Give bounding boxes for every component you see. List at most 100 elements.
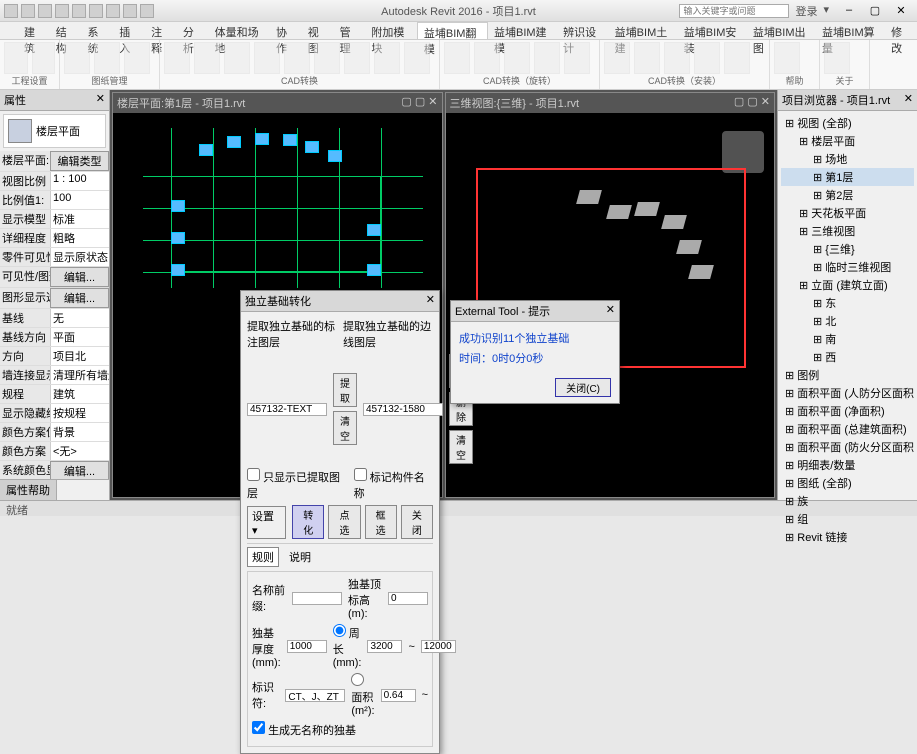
search-input[interactable] [679, 4, 789, 18]
ribbon-button[interactable] [444, 42, 470, 74]
tree-node[interactable]: ⊞ 第2层 [781, 186, 914, 204]
ribbon-tab[interactable]: 益埔BIM出图 [747, 22, 816, 39]
tree-node[interactable]: ⊞ Revit 链接 [781, 528, 914, 546]
property-value[interactable]: 按规程 [50, 404, 109, 422]
tree-node[interactable]: ⊞ 图例 [781, 366, 914, 384]
show-extracted-check[interactable]: 只显示已提取图层 [247, 468, 348, 501]
ribbon-tab[interactable]: 结构 [50, 22, 82, 39]
extract-button[interactable]: 提取 [333, 373, 357, 407]
area-input[interactable] [381, 689, 416, 702]
prefix-input[interactable] [292, 592, 342, 605]
settings-dropdown[interactable]: 设置 ▾ [247, 506, 286, 539]
ribbon-button[interactable] [824, 42, 850, 74]
dialog-title-bar[interactable]: 独立基础转化 ✕ [241, 291, 439, 312]
qat-icon[interactable] [55, 4, 69, 18]
ribbon-button[interactable] [4, 42, 28, 74]
qat-icon[interactable] [89, 4, 103, 18]
ribbon-button[interactable] [664, 42, 690, 74]
tree-node[interactable]: ⊞ 面积平面 (净面积) [781, 402, 914, 420]
type-selector[interactable]: 楼层平面 [3, 114, 106, 148]
user-button[interactable]: 登录 [795, 3, 817, 19]
gen-noname-check[interactable]: 生成无名称的独基 [252, 721, 356, 738]
ribbon-button[interactable] [564, 42, 590, 74]
tree-node[interactable]: ⊞ 第1层 [781, 168, 914, 186]
ribbon-button[interactable] [724, 42, 750, 74]
property-edit-button[interactable]: 编辑... [50, 461, 109, 479]
viewport-controls[interactable]: ▢ ▢ ✕ [401, 95, 437, 111]
property-edit-button[interactable]: 编辑... [50, 288, 109, 308]
ribbon-button[interactable] [534, 42, 560, 74]
ribbon-tab[interactable]: 插入 [113, 22, 145, 39]
identifier-input[interactable] [285, 689, 345, 702]
ribbon-button[interactable] [344, 42, 370, 74]
ribbon-button[interactable] [474, 42, 500, 74]
close-icon[interactable]: ✕ [904, 92, 913, 108]
view-cube[interactable] [722, 131, 764, 173]
tree-node[interactable]: ⊞ 西 [781, 348, 914, 366]
qat-icon[interactable] [21, 4, 35, 18]
property-value[interactable]: 显示原状态 [50, 248, 109, 266]
qat-icon[interactable] [106, 4, 120, 18]
ribbon-tab[interactable]: 辨识设计 [557, 22, 609, 39]
ribbon-button[interactable] [254, 42, 280, 74]
maximize-button[interactable]: ▢ [863, 4, 887, 18]
property-value[interactable]: 建筑 [50, 385, 109, 403]
perim1-input[interactable] [367, 640, 402, 653]
ribbon-button[interactable] [32, 42, 56, 74]
ribbon-tab[interactable]: 协作 [270, 22, 302, 39]
ribbon-tab[interactable]: 益埔BIM建模 [488, 22, 557, 39]
close-button[interactable]: ✕ [889, 4, 913, 18]
tree-node[interactable]: ⊞ 面积平面 (总建筑面积) [781, 420, 914, 438]
ribbon-tab[interactable]: 注释 [145, 22, 177, 39]
property-value[interactable]: <无> [50, 442, 109, 460]
ribbon-button[interactable] [224, 42, 250, 74]
qat-icon[interactable] [4, 4, 18, 18]
ribbon-tab[interactable]: 建筑 [18, 22, 50, 39]
tree-node[interactable]: ⊞ 楼层平面 [781, 132, 914, 150]
action-button[interactable]: 框选 [365, 505, 397, 539]
top-elev-input[interactable] [388, 592, 428, 605]
ribbon-button[interactable] [404, 42, 430, 74]
qat-icon[interactable] [72, 4, 86, 18]
tree-node[interactable]: ⊞ 三维视图 [781, 222, 914, 240]
ribbon-button[interactable] [194, 42, 220, 74]
tree-node[interactable]: ⊞ 明细表/数量 [781, 456, 914, 474]
ribbon-tab[interactable]: 修改 [885, 22, 917, 39]
ribbon-button[interactable] [504, 42, 530, 74]
property-value[interactable]: 平面 [50, 328, 109, 346]
tree-node[interactable]: ⊞ 面积平面 (人防分区面积) [781, 384, 914, 402]
property-value[interactable]: 100 [50, 191, 109, 209]
ribbon-tab[interactable]: 系统 [82, 22, 114, 39]
ribbon-button[interactable] [94, 42, 120, 74]
tree-node[interactable]: ⊞ 面积平面 (防火分区面积) [781, 438, 914, 456]
thickness-input[interactable] [287, 640, 327, 653]
ok-button[interactable]: 关闭(C) [555, 378, 611, 397]
minimize-button[interactable]: – [837, 4, 861, 18]
tree-node[interactable]: ⊞ 视图 (全部) [781, 114, 914, 132]
ribbon-tab[interactable]: 视图 [302, 22, 334, 39]
ribbon-button[interactable] [64, 42, 90, 74]
ribbon-button[interactable] [634, 42, 660, 74]
tree-node[interactable]: ⊞ 立面 (建筑立面) [781, 276, 914, 294]
instance-selector[interactable]: 楼层平面: 第1层 [0, 151, 50, 171]
ribbon-button[interactable] [694, 42, 720, 74]
clear-button[interactable]: 清空 [333, 411, 357, 445]
ribbon-tab[interactable]: 益埔BIM算量 [816, 22, 885, 39]
help-icon[interactable]: ▾ [823, 3, 829, 19]
ribbon-button[interactable] [774, 42, 800, 74]
tree-node[interactable]: ⊞ 东 [781, 294, 914, 312]
tree-node[interactable]: ⊞ 天花板平面 [781, 204, 914, 222]
property-value[interactable]: 背景 [50, 423, 109, 441]
property-value[interactable]: 清理所有墙连接 [50, 366, 109, 384]
action-button[interactable]: 关闭 [401, 505, 433, 539]
layer2-input[interactable] [363, 403, 443, 416]
tree-node[interactable]: ⊞ {三维} [781, 240, 914, 258]
perim2-input[interactable] [421, 640, 456, 653]
edit-type-button[interactable]: 编辑类型 [50, 151, 109, 171]
tree-node[interactable]: ⊞ 组 [781, 510, 914, 528]
qat-icon[interactable] [123, 4, 137, 18]
tree-node[interactable]: ⊞ 南 [781, 330, 914, 348]
ribbon-tab[interactable]: 益埔BIM安装 [678, 22, 747, 39]
property-value[interactable]: 标准 [50, 210, 109, 228]
ribbon-button[interactable] [314, 42, 340, 74]
